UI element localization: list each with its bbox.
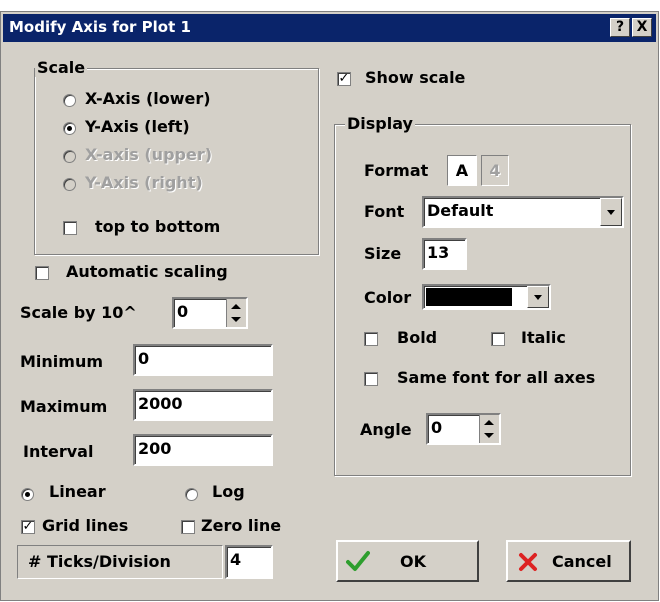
log-radio[interactable] [185, 488, 198, 501]
linear-radio[interactable] [21, 488, 34, 501]
scale-by-label: Scale by 10^ [20, 303, 137, 322]
interval-field[interactable]: 200 [133, 434, 273, 466]
bold-checkbox[interactable] [364, 332, 378, 346]
format-a-box[interactable]: A [447, 155, 477, 186]
spin-up-icon[interactable] [231, 304, 241, 309]
same-font-label: Same font for all axes [397, 368, 596, 387]
scale-group-title: Scale [35, 58, 88, 77]
x-axis-upper-radio [63, 150, 76, 163]
zero-line-label: Zero line [201, 516, 282, 535]
y-axis-right-radio [63, 178, 76, 191]
window-title: Modify Axis for Plot 1 [9, 18, 191, 36]
angle-value: 0 [431, 418, 443, 437]
cancel-button-label: Cancel [552, 552, 612, 571]
x-mark-icon [519, 553, 537, 571]
maximum-field[interactable]: 2000 [133, 389, 273, 421]
format-label: Format [364, 161, 429, 180]
cancel-button[interactable]: Cancel [506, 540, 631, 582]
automatic-scaling-label: Automatic scaling [66, 262, 228, 281]
checkmark-icon [346, 551, 370, 571]
top-to-bottom-label: top to bottom [95, 217, 221, 236]
automatic-scaling-checkbox[interactable] [35, 266, 49, 280]
modify-axis-dialog: Modify Axis for Plot 1 ? X Scale X-Axis … [0, 11, 659, 601]
same-font-checkbox[interactable] [364, 372, 378, 386]
italic-checkbox[interactable] [491, 332, 505, 346]
help-button[interactable]: ? [610, 18, 630, 37]
minimum-field[interactable]: 0 [133, 344, 273, 376]
scale-by-spin-buttons[interactable] [226, 299, 246, 327]
ticks-per-division-label: # Ticks/Division [17, 545, 223, 579]
scale-by-stepper[interactable]: 0 [172, 297, 248, 329]
grid-lines-label: Grid lines [42, 516, 129, 535]
interval-label: Interval [23, 442, 94, 461]
y-axis-left-radio[interactable] [63, 122, 76, 135]
x-axis-lower-label: X-Axis (lower) [85, 89, 211, 108]
spin-up-icon[interactable] [484, 420, 494, 425]
bold-label: Bold [397, 328, 438, 347]
x-axis-upper-label: X-axis (upper) [85, 145, 213, 164]
grid-lines-checkbox[interactable]: ✓ [21, 520, 35, 534]
ticks-per-division-field[interactable]: 4 [225, 545, 273, 579]
color-label: Color [364, 288, 412, 307]
title-bar[interactable]: Modify Axis for Plot 1 ? X [3, 14, 656, 42]
italic-label: Italic [521, 328, 566, 347]
close-button[interactable]: X [632, 18, 652, 37]
angle-stepper[interactable]: 0 [426, 413, 501, 445]
chevron-down-icon[interactable] [600, 198, 622, 226]
angle-label: Angle [360, 420, 412, 439]
log-label: Log [212, 482, 245, 501]
show-scale-label: Show scale [365, 68, 466, 87]
chevron-down-icon[interactable] [527, 286, 549, 308]
font-select-value: Default [427, 201, 494, 220]
minimum-label: Minimum [20, 352, 104, 371]
font-label: Font [364, 202, 405, 221]
show-scale-checkbox[interactable]: ✓ [337, 72, 351, 86]
x-axis-lower-radio[interactable] [63, 94, 76, 107]
zero-line-checkbox[interactable] [181, 520, 195, 534]
ok-button[interactable]: OK [336, 540, 479, 582]
y-axis-right-label: Y-Axis (right) [85, 173, 203, 192]
scale-by-value: 0 [177, 302, 189, 321]
spin-down-icon[interactable] [484, 433, 494, 438]
angle-spin-buttons[interactable] [479, 415, 499, 443]
font-select[interactable]: Default [422, 196, 624, 228]
display-group-title: Display [345, 114, 415, 133]
size-field[interactable]: 13 [422, 238, 467, 270]
top-to-bottom-checkbox[interactable] [63, 221, 77, 235]
maximum-label: Maximum [20, 397, 108, 416]
linear-label: Linear [49, 482, 106, 501]
y-axis-left-label: Y-Axis (left) [85, 117, 190, 136]
format-4-box: 4 [481, 155, 509, 186]
color-select[interactable] [422, 284, 551, 310]
color-swatch [426, 288, 512, 306]
size-label: Size [364, 244, 402, 263]
spin-down-icon[interactable] [231, 317, 241, 322]
ok-button-label: OK [400, 552, 426, 571]
